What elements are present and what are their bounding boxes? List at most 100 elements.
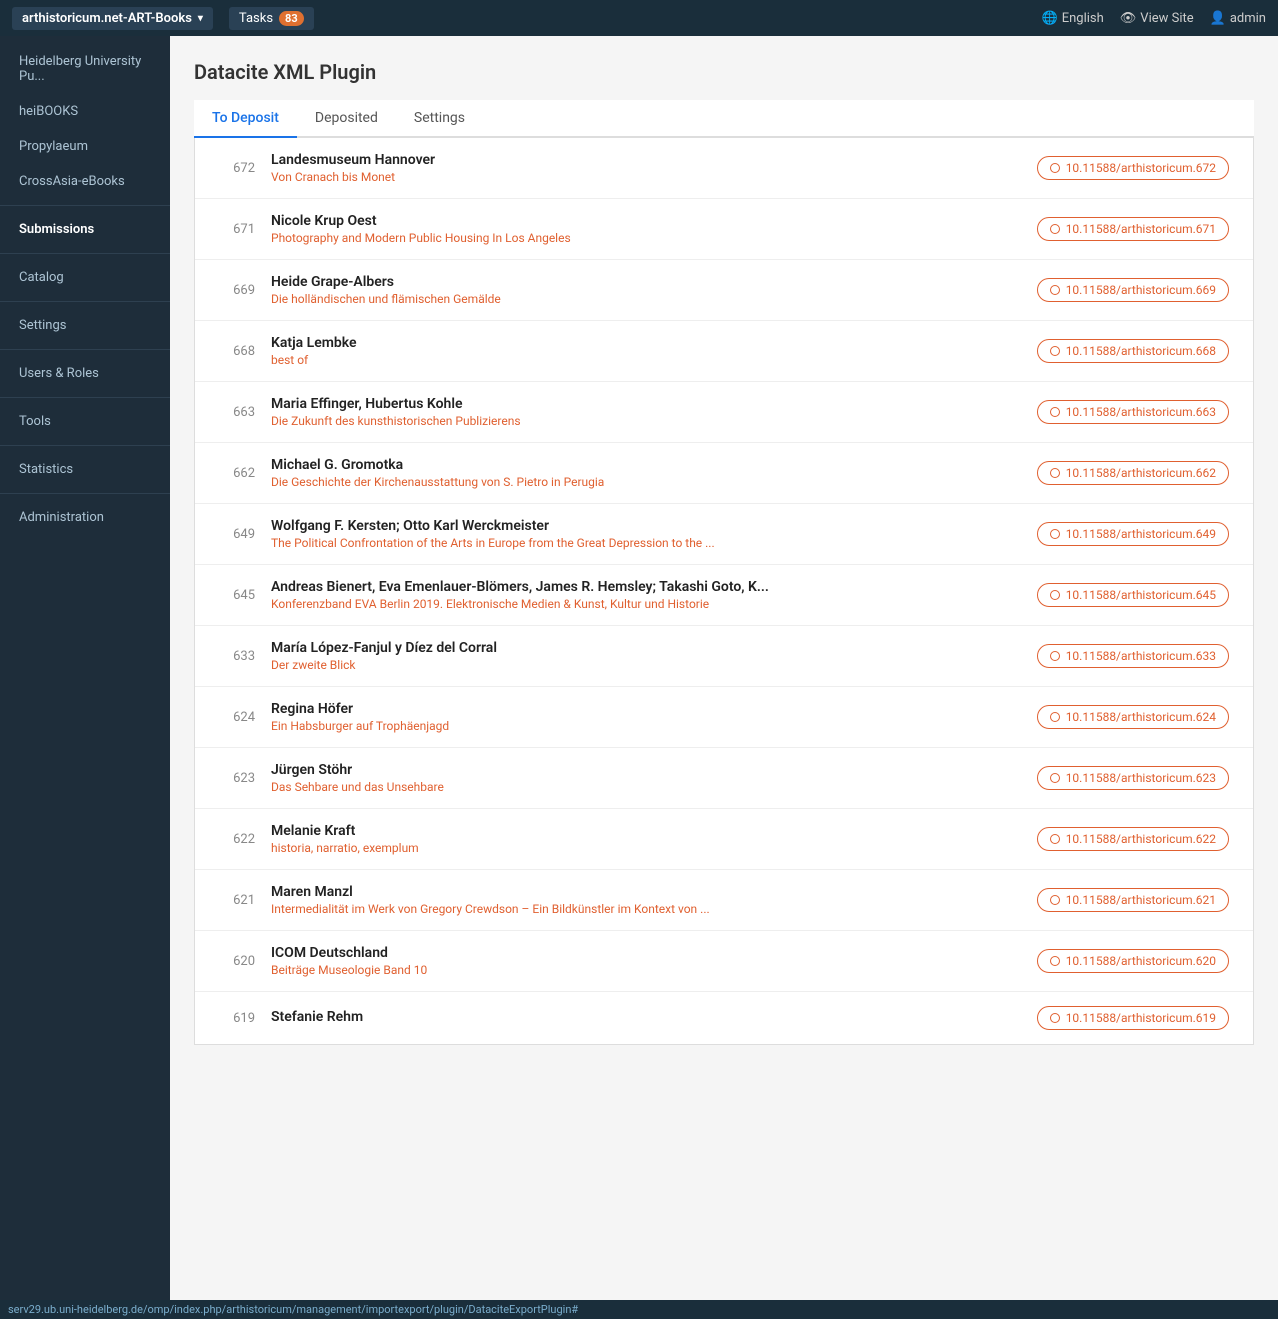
page-layout: Heidelberg University Pu... heiBOOKS Pro… bbox=[0, 36, 1278, 1319]
submission-info: Melanie Kraft historia, narratio, exempl… bbox=[271, 823, 1021, 855]
top-nav-right: 🌐 English 👁 View Site 👤 admin bbox=[1042, 11, 1266, 26]
table-row: 669 Heide Grape-Albers Die holländischen… bbox=[195, 260, 1253, 321]
submission-title: Maren Manzl bbox=[271, 884, 1021, 900]
doi-value: 10.11588/arthistoricum.623 bbox=[1066, 771, 1216, 785]
sidebar-item-heibooks[interactable]: heiBOOKS bbox=[0, 94, 170, 129]
submission-subtitle: Ein Habsburger auf Trophäenjagd bbox=[271, 719, 1021, 733]
admin-link[interactable]: 👤 admin bbox=[1210, 11, 1266, 26]
doi-link[interactable]: 10.11588/arthistoricum.620 bbox=[1037, 949, 1229, 973]
eye-icon: 👁 bbox=[1120, 11, 1137, 26]
table-row: 624 Regina Höfer Ein Habsburger auf Trop… bbox=[195, 687, 1253, 748]
doi-value: 10.11588/arthistoricum.672 bbox=[1066, 161, 1216, 175]
submission-title: Melanie Kraft bbox=[271, 823, 1021, 839]
doi-circle-icon bbox=[1050, 651, 1060, 661]
doi-link[interactable]: 10.11588/arthistoricum.622 bbox=[1037, 827, 1229, 851]
doi-link[interactable]: 10.11588/arthistoricum.633 bbox=[1037, 644, 1229, 668]
doi-value: 10.11588/arthistoricum.663 bbox=[1066, 405, 1216, 419]
submission-subtitle: Die Zukunft des kunsthistorischen Publiz… bbox=[271, 414, 1021, 428]
submission-info: Katja Lembke best of bbox=[271, 335, 1021, 367]
submission-id: 620 bbox=[219, 954, 255, 969]
sidebar-divider-6 bbox=[0, 445, 170, 446]
sidebar-item-heidelberg[interactable]: Heidelberg University Pu... bbox=[0, 44, 170, 94]
doi-circle-icon bbox=[1050, 407, 1060, 417]
submission-subtitle: Die holländischen und flämischen Gemälde bbox=[271, 292, 1021, 306]
tab-settings[interactable]: Settings bbox=[396, 100, 483, 138]
submission-title: Regina Höfer bbox=[271, 701, 1021, 717]
sidebar-item-propylaeum[interactable]: Propylaeum bbox=[0, 129, 170, 164]
submission-info: Regina Höfer Ein Habsburger auf Trophäen… bbox=[271, 701, 1021, 733]
status-bar: serv29.ub.uni-heidelberg.de/omp/index.ph… bbox=[0, 1300, 1278, 1319]
doi-link[interactable]: 10.11588/arthistoricum.645 bbox=[1037, 583, 1229, 607]
top-navigation: arthistoricum.net-ART-Books ▾ Tasks 83 🌐… bbox=[0, 0, 1278, 36]
sidebar-item-tools[interactable]: Tools bbox=[0, 404, 170, 439]
doi-circle-icon bbox=[1050, 224, 1060, 234]
submission-title: Maria Effinger, Hubertus Kohle bbox=[271, 396, 1021, 412]
sidebar-item-statistics[interactable]: Statistics bbox=[0, 452, 170, 487]
submission-info: Heide Grape-Albers Die holländischen und… bbox=[271, 274, 1021, 306]
tab-to-deposit[interactable]: To Deposit bbox=[194, 100, 297, 138]
submission-title: Landesmuseum Hannover bbox=[271, 152, 1021, 168]
submission-title: Jürgen Stöhr bbox=[271, 762, 1021, 778]
submission-info: Nicole Krup Oest Photography and Modern … bbox=[271, 213, 1021, 245]
sidebar-item-crossasia[interactable]: CrossAsia-eBooks bbox=[0, 164, 170, 199]
submission-id: 671 bbox=[219, 222, 255, 237]
submission-subtitle: Beiträge Museologie Band 10 bbox=[271, 963, 1021, 977]
viewsite-link[interactable]: 👁 View Site bbox=[1120, 11, 1194, 26]
english-label: English bbox=[1062, 11, 1104, 26]
doi-link[interactable]: 10.11588/arthistoricum.663 bbox=[1037, 400, 1229, 424]
submission-id: 663 bbox=[219, 405, 255, 420]
doi-link[interactable]: 10.11588/arthistoricum.669 bbox=[1037, 278, 1229, 302]
table-row: 623 Jürgen Stöhr Das Sehbare und das Uns… bbox=[195, 748, 1253, 809]
sidebar-item-administration[interactable]: Administration bbox=[0, 500, 170, 535]
doi-link[interactable]: 10.11588/arthistoricum.621 bbox=[1037, 888, 1229, 912]
doi-link[interactable]: 10.11588/arthistoricum.668 bbox=[1037, 339, 1229, 363]
doi-value: 10.11588/arthistoricum.671 bbox=[1066, 222, 1216, 236]
submission-id: 649 bbox=[219, 527, 255, 542]
doi-link[interactable]: 10.11588/arthistoricum.671 bbox=[1037, 217, 1229, 241]
brand-dropdown[interactable]: arthistoricum.net-ART-Books ▾ bbox=[12, 7, 213, 30]
page-title: Datacite XML Plugin bbox=[194, 60, 1254, 84]
doi-link[interactable]: 10.11588/arthistoricum.672 bbox=[1037, 156, 1229, 180]
doi-circle-icon bbox=[1050, 590, 1060, 600]
submission-id: 621 bbox=[219, 893, 255, 908]
doi-value: 10.11588/arthistoricum.633 bbox=[1066, 649, 1216, 663]
table-row: 662 Michael G. Gromotka Die Geschichte d… bbox=[195, 443, 1253, 504]
submission-id: 645 bbox=[219, 588, 255, 603]
doi-circle-icon bbox=[1050, 529, 1060, 539]
doi-link[interactable]: 10.11588/arthistoricum.623 bbox=[1037, 766, 1229, 790]
table-row: 645 Andreas Bienert, Eva Emenlauer-Blöme… bbox=[195, 565, 1253, 626]
sidebar-item-settings[interactable]: Settings bbox=[0, 308, 170, 343]
tab-deposited[interactable]: Deposited bbox=[297, 100, 396, 138]
submission-title: Andreas Bienert, Eva Emenlauer-Blömers, … bbox=[271, 579, 1021, 595]
submission-title: Nicole Krup Oest bbox=[271, 213, 1021, 229]
doi-circle-icon bbox=[1050, 773, 1060, 783]
english-link[interactable]: 🌐 English bbox=[1042, 11, 1104, 26]
submission-info: Michael G. Gromotka Die Geschichte der K… bbox=[271, 457, 1021, 489]
doi-value: 10.11588/arthistoricum.619 bbox=[1066, 1011, 1216, 1025]
doi-link[interactable]: 10.11588/arthistoricum.662 bbox=[1037, 461, 1229, 485]
status-url: serv29.ub.uni-heidelberg.de/omp/index.ph… bbox=[8, 1303, 578, 1316]
submission-title: Stefanie Rehm bbox=[271, 1009, 1021, 1025]
submission-subtitle: Photography and Modern Public Housing In… bbox=[271, 231, 1021, 245]
submission-info: Stefanie Rehm bbox=[271, 1009, 1021, 1027]
globe-icon: 🌐 bbox=[1042, 11, 1058, 26]
tasks-button[interactable]: Tasks 83 bbox=[229, 7, 314, 30]
submission-title: Katja Lembke bbox=[271, 335, 1021, 351]
doi-link[interactable]: 10.11588/arthistoricum.624 bbox=[1037, 705, 1229, 729]
table-row: 622 Melanie Kraft historia, narratio, ex… bbox=[195, 809, 1253, 870]
sidebar-item-users-roles[interactable]: Users & Roles bbox=[0, 356, 170, 391]
submissions-list: 672 Landesmuseum Hannover Von Cranach bi… bbox=[194, 138, 1254, 1045]
sidebar-divider-4 bbox=[0, 349, 170, 350]
submission-id: 633 bbox=[219, 649, 255, 664]
submission-subtitle: historia, narratio, exemplum bbox=[271, 841, 1021, 855]
doi-circle-icon bbox=[1050, 285, 1060, 295]
sidebar-item-submissions[interactable]: Submissions bbox=[0, 212, 170, 247]
sidebar-item-catalog[interactable]: Catalog bbox=[0, 260, 170, 295]
doi-link[interactable]: 10.11588/arthistoricum.619 bbox=[1037, 1006, 1229, 1030]
table-row: 633 María López-Fanjul y Díez del Corral… bbox=[195, 626, 1253, 687]
submission-subtitle: The Political Confrontation of the Arts … bbox=[271, 536, 1021, 550]
submission-title: Wolfgang F. Kersten; Otto Karl Werckmeis… bbox=[271, 518, 1021, 534]
submission-info: Maren Manzl Intermedialität im Werk von … bbox=[271, 884, 1021, 916]
doi-link[interactable]: 10.11588/arthistoricum.649 bbox=[1037, 522, 1229, 546]
submission-info: Andreas Bienert, Eva Emenlauer-Blömers, … bbox=[271, 579, 1021, 611]
